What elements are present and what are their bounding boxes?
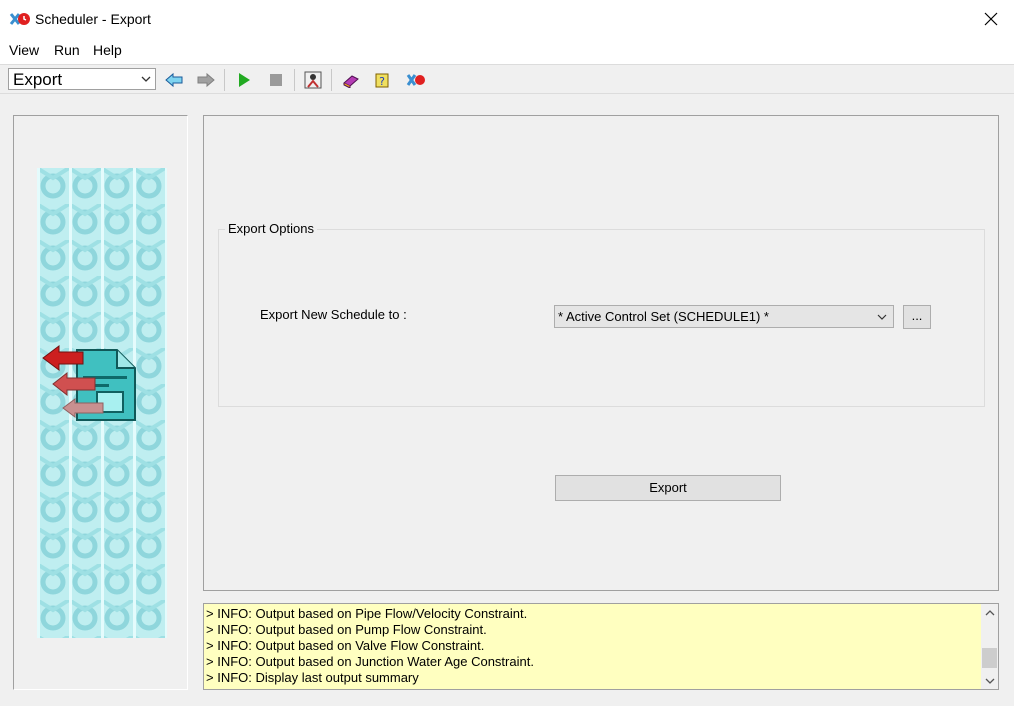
- browse-button[interactable]: ...: [903, 305, 931, 329]
- info-log: > INFO: Output based on Pipe Flow/Veloci…: [203, 603, 999, 690]
- group-title: Export Options: [225, 221, 317, 236]
- forward-arrow-icon: [197, 72, 215, 88]
- export-destination-label: Export New Schedule to :: [260, 307, 407, 322]
- menu-view[interactable]: View: [9, 42, 39, 58]
- scroll-thumb[interactable]: [982, 648, 997, 668]
- mode-dropdown-value: Export: [13, 70, 63, 89]
- stop-button[interactable]: [265, 69, 287, 91]
- chevron-down-icon: [141, 76, 151, 82]
- back-arrow-icon: [165, 72, 183, 88]
- export-main-panel: Export Options Export New Schedule to : …: [203, 115, 999, 591]
- log-scrollbar[interactable]: [981, 604, 998, 689]
- menu-run[interactable]: Run: [54, 42, 80, 58]
- run-button[interactable]: [233, 69, 255, 91]
- log-line: > INFO: Display last output summary: [206, 670, 419, 685]
- scheduler-app-icon: [9, 13, 30, 25]
- run-icon: [239, 73, 250, 87]
- stop-icon: [270, 74, 282, 86]
- schedule-button[interactable]: [302, 69, 324, 91]
- toolbar-separator: [331, 69, 332, 91]
- log-line: > INFO: Output based on Pipe Flow/Veloci…: [206, 606, 528, 621]
- toolbar-separator: [294, 69, 295, 91]
- chevron-up-icon: [985, 609, 994, 615]
- close-icon: [984, 12, 998, 26]
- scheduler-app-icon: [406, 74, 425, 86]
- help-icon: ?: [375, 73, 389, 88]
- menu-help[interactable]: Help: [93, 42, 122, 58]
- help-button[interactable]: ?: [372, 69, 394, 91]
- log-line: > INFO: Output based on Valve Flow Const…: [206, 638, 485, 653]
- menu-bar: View Run Help: [0, 38, 1014, 64]
- left-banner-panel: [13, 115, 188, 690]
- book-button[interactable]: [340, 69, 362, 91]
- back-button[interactable]: [163, 69, 185, 91]
- scroll-up-button[interactable]: [981, 604, 998, 621]
- scroll-down-button[interactable]: [981, 672, 998, 689]
- svg-text:?: ?: [379, 75, 385, 88]
- window-title: Scheduler - Export: [35, 11, 151, 27]
- export-banner-image: [37, 168, 167, 638]
- export-button[interactable]: Export: [555, 475, 781, 501]
- export-options-group: Export Options Export New Schedule to : …: [218, 221, 985, 407]
- toolbar: Export ?: [0, 64, 1014, 94]
- chevron-down-icon: [985, 678, 994, 684]
- log-line: > INFO: Output based on Junction Water A…: [206, 654, 534, 669]
- export-destination-value: * Active Control Set (SCHEDULE1) *: [558, 309, 769, 324]
- book-icon: [343, 75, 359, 88]
- close-button[interactable]: [968, 0, 1014, 38]
- schedule-person-icon: [304, 71, 322, 89]
- title-bar: Scheduler - Export: [0, 0, 1014, 38]
- mode-dropdown[interactable]: Export: [8, 68, 156, 90]
- toolbar-separator: [224, 69, 225, 91]
- app-button[interactable]: [405, 69, 427, 91]
- log-line: > INFO: Output based on Pump Flow Constr…: [206, 622, 487, 637]
- chevron-down-icon: [877, 314, 887, 320]
- banner-graphic: [37, 168, 167, 638]
- forward-button[interactable]: [195, 69, 217, 91]
- export-destination-select[interactable]: * Active Control Set (SCHEDULE1) *: [554, 305, 894, 328]
